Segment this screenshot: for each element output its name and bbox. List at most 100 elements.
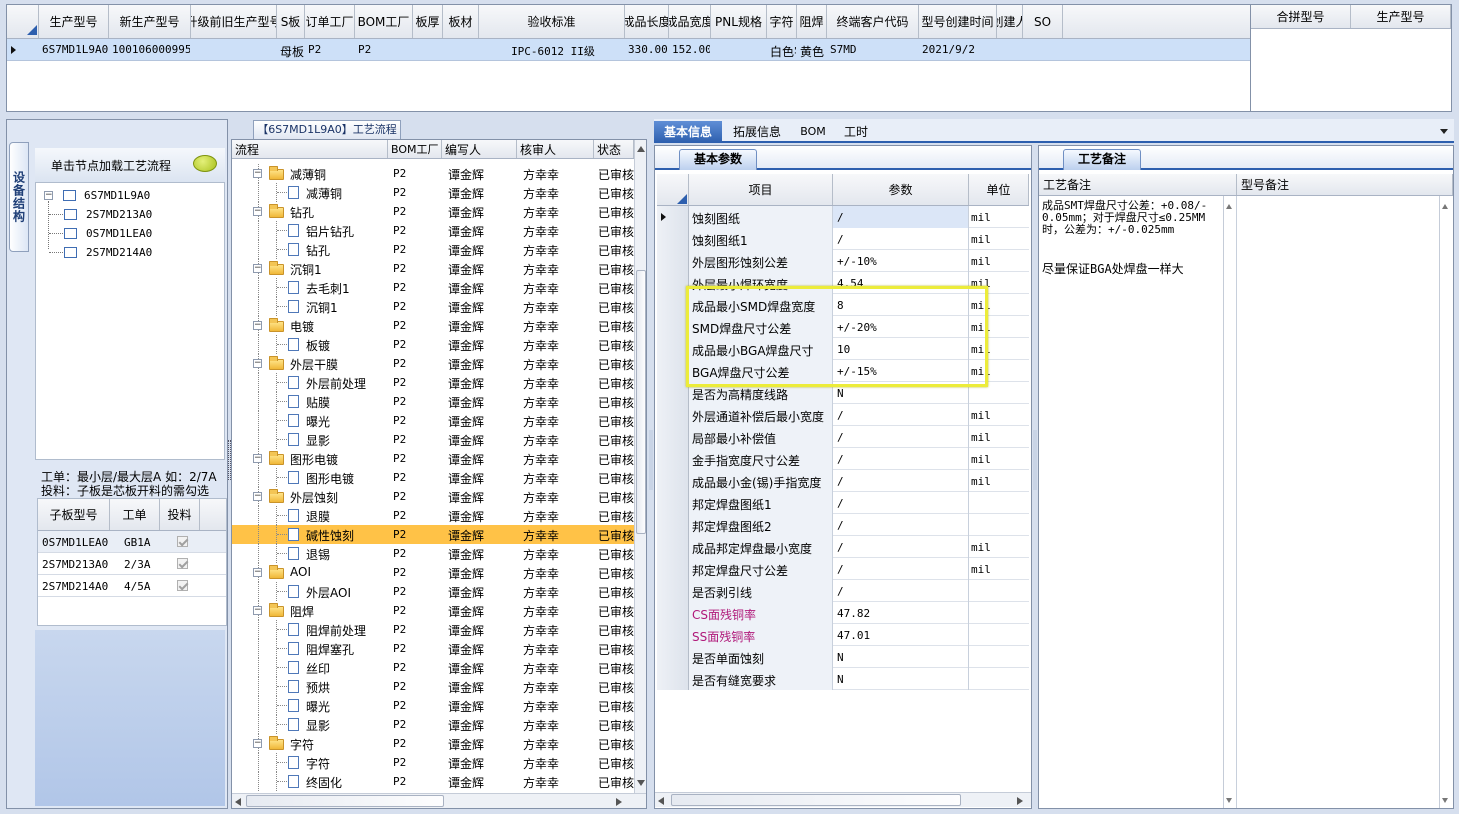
top-cell-4[interactable]: P2	[308, 43, 354, 56]
top-cell-12[interactable]: 白色字符	[770, 43, 796, 60]
param-row[interactable]: 蚀刻图纸 / mil	[657, 206, 1029, 228]
top-cell-5[interactable]: P2	[358, 43, 412, 56]
top-cell-8[interactable]: IPC-6012 II级	[482, 43, 624, 59]
scroll-left-icon[interactable]	[658, 797, 664, 805]
proc-col-2[interactable]: 编写人	[442, 140, 517, 158]
collapse-icon[interactable]: −	[253, 454, 262, 463]
side-tab[interactable]: 设备结构	[9, 142, 29, 252]
param-value[interactable]: /	[837, 453, 844, 466]
col-16[interactable]: 创建人	[997, 5, 1023, 38]
param-value[interactable]: /	[837, 519, 844, 532]
process-row[interactable]: − 阻焊 P2 谭金辉 方幸幸 已审核	[232, 601, 634, 620]
sub-row[interactable]: 0S7MD1LEA0 GB1A	[38, 531, 226, 553]
param-value[interactable]: N	[837, 387, 844, 400]
process-row[interactable]: 退膜 P2 谭金辉 方幸幸 已审核	[232, 506, 634, 525]
sub-col-0[interactable]: 子板型号	[38, 499, 110, 530]
process-row[interactable]: 字符 P2 谭金辉 方幸幸 已审核	[232, 753, 634, 772]
col-10[interactable]: 成品宽度	[669, 5, 711, 38]
process-row[interactable]: 曝光 P2 谭金辉 方幸幸 已审核	[232, 411, 634, 430]
scroll-up-icon[interactable]	[1226, 204, 1232, 209]
param-value[interactable]: /	[837, 409, 844, 422]
process-row[interactable]: 减薄铜 P2 谭金辉 方幸幸 已审核	[232, 183, 634, 202]
splitter-left[interactable]	[228, 440, 231, 480]
scroll-right-icon[interactable]	[616, 798, 622, 806]
process-row[interactable]: 碱性蚀刻 P2 谭金辉 方幸幸 已审核	[232, 525, 634, 544]
collapse-icon[interactable]: −	[253, 264, 262, 273]
process-row[interactable]: 丝印 P2 谭金辉 方幸幸 已审核	[232, 658, 634, 677]
tab-right-3[interactable]: 工时	[836, 121, 876, 143]
top-grid-row[interactable]: 6S7MD1L9A0 10010600099502 母板 P2 P2 IPC-6012 I…	[7, 39, 1251, 61]
params-hscroll[interactable]	[655, 792, 1031, 807]
top-cell-13[interactable]: 黄色	[800, 43, 826, 60]
process-row[interactable]: 沉铜1 P2 谭金辉 方幸幸 已审核	[232, 297, 634, 316]
tree-node-root[interactable]: − 6S7MD1L9A0	[44, 187, 224, 205]
process-vscroll[interactable]	[634, 140, 646, 793]
param-value[interactable]: /	[837, 563, 844, 576]
param-row[interactable]: CS面残铜率 47.82	[657, 602, 1029, 624]
col-process-note[interactable]: 工艺备注	[1039, 174, 1237, 195]
scroll-up-icon[interactable]	[637, 146, 645, 152]
collapse-icon[interactable]: −	[253, 492, 262, 501]
tab-process-notes[interactable]: 工艺备注	[1063, 149, 1141, 170]
process-row[interactable]: 钻孔 P2 谭金辉 方幸幸 已审核	[232, 240, 634, 259]
tab-dropdown-icon[interactable]	[1440, 129, 1448, 134]
col-3[interactable]: S板	[277, 5, 305, 38]
sub-row[interactable]: 2S7MD213A0 2/3A	[38, 553, 226, 575]
scroll-down-icon[interactable]	[637, 780, 645, 786]
param-row[interactable]: 邦定焊盘图纸1 /	[657, 492, 1029, 514]
col-6[interactable]: 板厚	[413, 5, 443, 38]
process-row[interactable]: − 字符 P2 谭金辉 方幸幸 已审核	[232, 734, 634, 753]
process-row[interactable]: − 图形电镀 P2 谭金辉 方幸幸 已审核	[232, 449, 634, 468]
process-row[interactable]: 贴膜 P2 谭金辉 方幸幸 已审核	[232, 392, 634, 411]
process-row[interactable]: 图形电镀 P2 谭金辉 方幸幸 已审核	[232, 468, 634, 487]
process-row[interactable]: 外层前处理 P2 谭金辉 方幸幸 已审核	[232, 373, 634, 392]
param-value[interactable]: /	[837, 541, 844, 554]
collapse-icon[interactable]: −	[253, 207, 262, 216]
process-hscroll[interactable]	[232, 793, 646, 808]
col-1[interactable]: 新生产型号	[109, 5, 191, 38]
scroll-right-icon[interactable]	[1017, 797, 1023, 805]
process-row[interactable]: − 钻孔 P2 谭金辉 方幸幸 已审核	[232, 202, 634, 221]
scroll-left-icon[interactable]	[235, 798, 241, 806]
model-note-text[interactable]	[1237, 196, 1453, 808]
sub-col-2[interactable]: 投料	[160, 499, 200, 530]
params-col-2[interactable]: 单位	[969, 174, 1029, 205]
process-row[interactable]: − 减薄铜 P2 谭金辉 方幸幸 已审核	[232, 164, 634, 183]
param-row[interactable]: 蚀刻图纸1 / mil	[657, 228, 1029, 250]
param-row[interactable]: 邦定焊盘尺寸公差 / mil	[657, 558, 1029, 580]
note-vscroll[interactable]	[1223, 196, 1235, 808]
collapse-icon[interactable]: −	[253, 568, 262, 577]
param-row[interactable]: 成品最小金(锡)手指宽度 / mil	[657, 470, 1029, 492]
col-5[interactable]: BOM工厂	[355, 5, 413, 38]
scroll-up-icon[interactable]	[1442, 204, 1448, 209]
col-model-note[interactable]: 型号备注	[1237, 174, 1453, 195]
params-col-0[interactable]: 项目	[689, 174, 833, 205]
proc-col-1[interactable]: BOM工厂	[388, 140, 442, 158]
scroll-down-icon[interactable]	[1226, 798, 1232, 803]
process-row[interactable]: 预烘 P2 谭金辉 方幸幸 已审核	[232, 677, 634, 696]
param-row[interactable]: 外层通道补偿后最小宽度 / mil	[657, 404, 1029, 426]
process-vscroll-thumb[interactable]	[636, 270, 646, 534]
param-row[interactable]: 是否单面蚀刻 N	[657, 646, 1029, 668]
param-value[interactable]: /	[837, 585, 844, 598]
param-value[interactable]: +/-10%	[837, 255, 877, 268]
col-prod-model[interactable]: 生产型号	[1351, 5, 1451, 28]
top-cell-3[interactable]: 母板	[280, 43, 304, 60]
top-cell-15[interactable]: 2021/9/2	[922, 43, 996, 56]
param-row[interactable]: 是否有缝宽要求 N	[657, 668, 1029, 690]
top-cell-1[interactable]: 10010600099502	[112, 43, 190, 56]
process-row[interactable]: − 沉铜1 P2 谭金辉 方幸幸 已审核	[232, 259, 634, 278]
tab-right-2[interactable]: BOM	[792, 121, 834, 143]
process-row[interactable]: 外层AOI P2 谭金辉 方幸幸 已审核	[232, 582, 634, 601]
param-value[interactable]: N	[837, 651, 844, 664]
col-12[interactable]: 字符	[767, 5, 797, 38]
proc-col-4[interactable]: 状态	[594, 140, 634, 158]
tab-basic-params[interactable]: 基本参数	[679, 149, 757, 170]
tree-node-child[interactable]: 0S7MD1LEA0	[64, 225, 214, 243]
param-value[interactable]: /	[837, 497, 844, 510]
collapse-icon[interactable]: −	[253, 321, 262, 330]
process-hscroll-thumb[interactable]	[246, 795, 444, 807]
col-15[interactable]: 型号创建时间	[919, 5, 997, 38]
process-row[interactable]: 退锡 P2 谭金辉 方幸幸 已审核	[232, 544, 634, 563]
splitter-right[interactable]	[1033, 430, 1037, 490]
